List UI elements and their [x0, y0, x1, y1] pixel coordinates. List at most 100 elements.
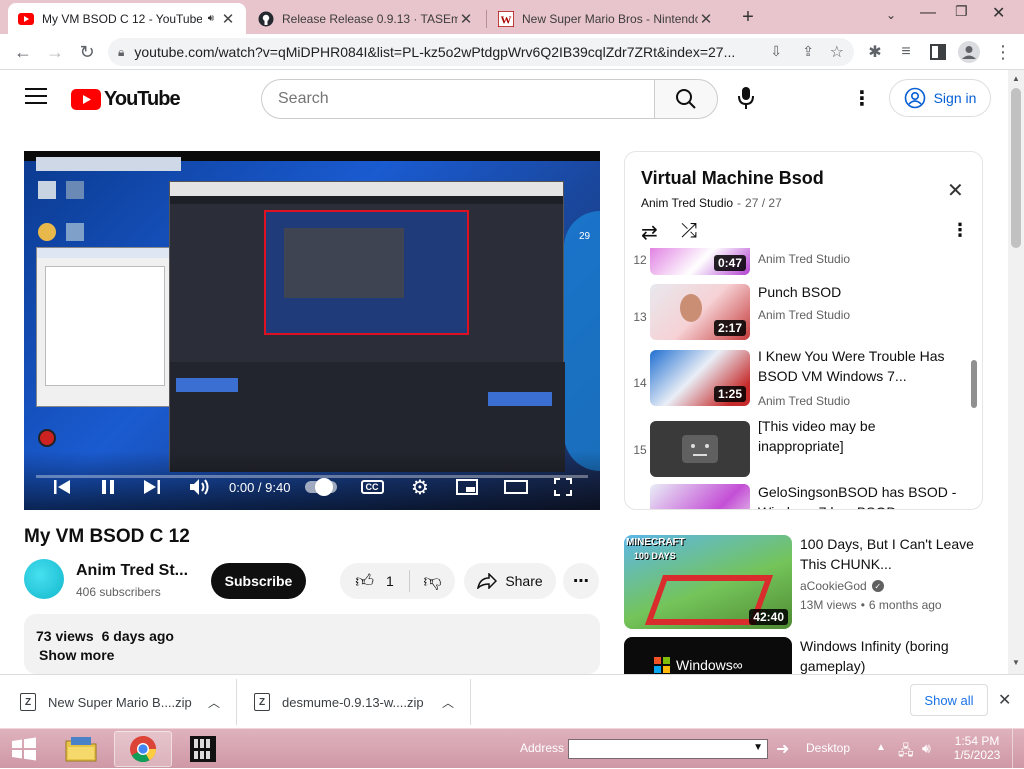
close-playlist-icon[interactable]: ✕ [947, 178, 964, 203]
restore-icon[interactable]: ❐ [955, 3, 968, 20]
playlist-item-title: [This video may be inappropriate] [758, 418, 876, 454]
like-button[interactable]: 👍︎ 1 [340, 570, 410, 592]
hamburger-menu-icon[interactable] [25, 88, 47, 106]
theater-mode-icon[interactable] [503, 476, 529, 498]
network-icon[interactable]: 🖧︎ [898, 740, 914, 764]
share-page-icon[interactable]: ⇪ [802, 43, 814, 60]
microphone-icon[interactable] [734, 85, 758, 111]
new-tab-button[interactable]: + [736, 5, 760, 29]
page-scrollbar[interactable]: ▲ ▼ [1008, 70, 1024, 674]
shuffle-icon[interactable]: ⤮ [681, 220, 697, 243]
recommendation-title[interactable]: 100 Days, But I Can't Leave This CHUNK..… [800, 534, 980, 574]
desktop-icon [66, 181, 84, 199]
close-tab-icon[interactable]: ✕ [458, 10, 474, 28]
close-tab-icon[interactable]: ✕ [220, 10, 236, 28]
close-tab-icon[interactable]: ✕ [698, 10, 714, 28]
lock-icon[interactable]: 🔒︎ [118, 45, 124, 60]
playlist-item[interactable]: 12 0:47 Anim Tred Studio [625, 248, 982, 279]
go-arrow-icon[interactable]: ➜ [776, 739, 789, 759]
playlist-item-title: GeloSingsonBSOD has BSOD - Windows 7 has… [758, 484, 957, 509]
loop-icon[interactable]: ⇄ [641, 220, 658, 245]
chrome-menu-icon[interactable]: ⋮ [990, 39, 1016, 65]
settings-more-icon[interactable]: ⋮ [852, 86, 872, 111]
more-actions-icon[interactable]: ⋯ [563, 563, 599, 599]
address-bar[interactable]: 🔒︎ youtube.com/watch?v=qMiDPHR084I&list=… [108, 38, 854, 66]
channel-avatar[interactable] [24, 559, 64, 599]
download-options-chevron-icon[interactable]: ︿ [442, 694, 454, 711]
address-dropdown-icon[interactable]: ▼ [753, 742, 763, 753]
address-toolbar-input[interactable]: ▼ [568, 739, 768, 759]
description-box[interactable]: 73 views 6 days ago Show more [24, 614, 600, 674]
chrome-taskbar-button[interactable] [114, 731, 172, 767]
recommendation-thumbnail[interactable]: Windows∞ [624, 637, 792, 677]
chrome-icon [130, 736, 157, 763]
show-all-downloads-button[interactable]: Show all [910, 684, 988, 716]
playlist-menu-icon[interactable]: ⋮ [951, 220, 969, 241]
volume-tray-icon[interactable]: 🔊︎ [922, 740, 931, 757]
bookmark-star-icon[interactable]: ☆ [830, 42, 844, 62]
file-explorer-taskbar-button[interactable] [56, 731, 106, 767]
download-item[interactable]: Z New Super Mario B....zip ︿ [20, 675, 234, 729]
playlist-item[interactable]: 14 1:25 I Knew You Were Trouble Has BSOD… [625, 348, 982, 412]
close-window-icon[interactable]: ✕ [992, 3, 1005, 23]
pause-icon[interactable] [96, 476, 120, 498]
playlist-scrollbar[interactable] [971, 360, 977, 408]
minimize-icon[interactable]: — [920, 4, 936, 22]
recommendation-title[interactable]: Windows Infinity (boring gameplay) [800, 636, 980, 674]
close-downloads-icon[interactable]: ✕ [998, 690, 1011, 710]
show-more-link[interactable]: Show more [39, 647, 114, 663]
show-desktop-button[interactable] [1012, 729, 1024, 769]
previous-icon[interactable] [50, 476, 74, 498]
dislike-button[interactable]: 👎︎ [410, 570, 455, 592]
scroll-down-icon[interactable]: ▼ [1012, 658, 1020, 667]
search-input[interactable]: Search [261, 79, 655, 119]
autoplay-toggle[interactable] [304, 476, 338, 498]
playlist-channel[interactable]: Anim Tred Studio [641, 196, 733, 210]
next-icon[interactable] [140, 476, 164, 498]
channel-name[interactable]: Anim Tred St... [76, 562, 188, 580]
extensions-icon[interactable]: ✱ [862, 39, 888, 65]
scroll-up-icon[interactable]: ▲ [1012, 74, 1020, 83]
download-options-chevron-icon[interactable]: ︿ [208, 694, 220, 711]
browser-tab-strip: My VM BSOD C 12 - YouTube 🔊︎ ✕ Release R… [0, 0, 1024, 34]
desktop-toolbar-label[interactable]: Desktop [806, 741, 850, 755]
playlist-item-title: Punch BSOD [758, 284, 842, 300]
search-button[interactable] [654, 79, 718, 119]
recommendation-thumbnail[interactable]: MINECRAFT 100 DAYS 42:40 [624, 535, 792, 629]
fullscreen-icon[interactable] [551, 476, 575, 498]
video-player[interactable]: 29 [24, 151, 600, 510]
sign-in-button[interactable]: Sign in [889, 79, 991, 117]
tab-search-chevron-icon[interactable]: ⌄ [886, 8, 896, 22]
youtube-logo[interactable]: YouTube [71, 88, 181, 111]
subscribe-button[interactable]: Subscribe [211, 563, 306, 599]
profile-avatar-icon[interactable] [956, 39, 982, 65]
playlist-item-title: I Knew You Were Trouble Has BSOD VM Wind… [758, 348, 945, 384]
speaker-icon[interactable]: 🔊︎ [208, 13, 214, 24]
forward-icon[interactable]: → [42, 39, 68, 65]
clock-time: 1:54 PM [954, 734, 1000, 748]
settings-gear-icon[interactable]: ⚙︎ [408, 476, 432, 499]
download-item[interactable]: Z desmume-0.9.13-w....zip ︿ [254, 675, 468, 729]
show-hidden-icons-chevron-icon[interactable]: ▲ [876, 742, 886, 753]
app-taskbar-button[interactable] [178, 731, 228, 767]
playlist-item[interactable]: 15 [This video may be inappropriate] [625, 418, 982, 482]
miniplayer-icon[interactable] [455, 476, 479, 498]
playlist-title[interactable]: Virtual Machine Bsod [641, 168, 824, 189]
share-button[interactable]: Share [464, 563, 556, 599]
captions-button[interactable]: CC [359, 476, 385, 498]
install-icon[interactable]: ⇩ [770, 43, 782, 60]
recommendation-channel[interactable]: aCookieGod [800, 579, 867, 593]
playlist-item[interactable]: 13 2:17 Punch BSOD Anim Tred Studio [625, 282, 982, 346]
back-icon[interactable]: ← [10, 39, 36, 65]
media-control-icon[interactable]: ≡ [893, 39, 919, 65]
tab-youtube[interactable]: My VM BSOD C 12 - YouTube 🔊︎ ✕ [8, 3, 246, 34]
reload-icon[interactable]: ↻ [74, 39, 100, 65]
start-button[interactable] [6, 731, 42, 767]
tab-github-release[interactable]: Release Release 0.9.13 · TASEmulators ✕ [248, 3, 484, 34]
side-panel-icon[interactable] [925, 39, 951, 65]
scrollbar-thumb[interactable] [1011, 88, 1021, 248]
tab-wikipedia[interactable]: W New Super Mario Bros - Nintendo ✕ [488, 3, 724, 34]
volume-icon[interactable] [187, 476, 213, 498]
playlist-item[interactable]: GeloSingsonBSOD has BSOD - Windows 7 has… [625, 484, 982, 509]
system-clock[interactable]: 1:54 PM 1/5/2023 [952, 734, 1002, 762]
